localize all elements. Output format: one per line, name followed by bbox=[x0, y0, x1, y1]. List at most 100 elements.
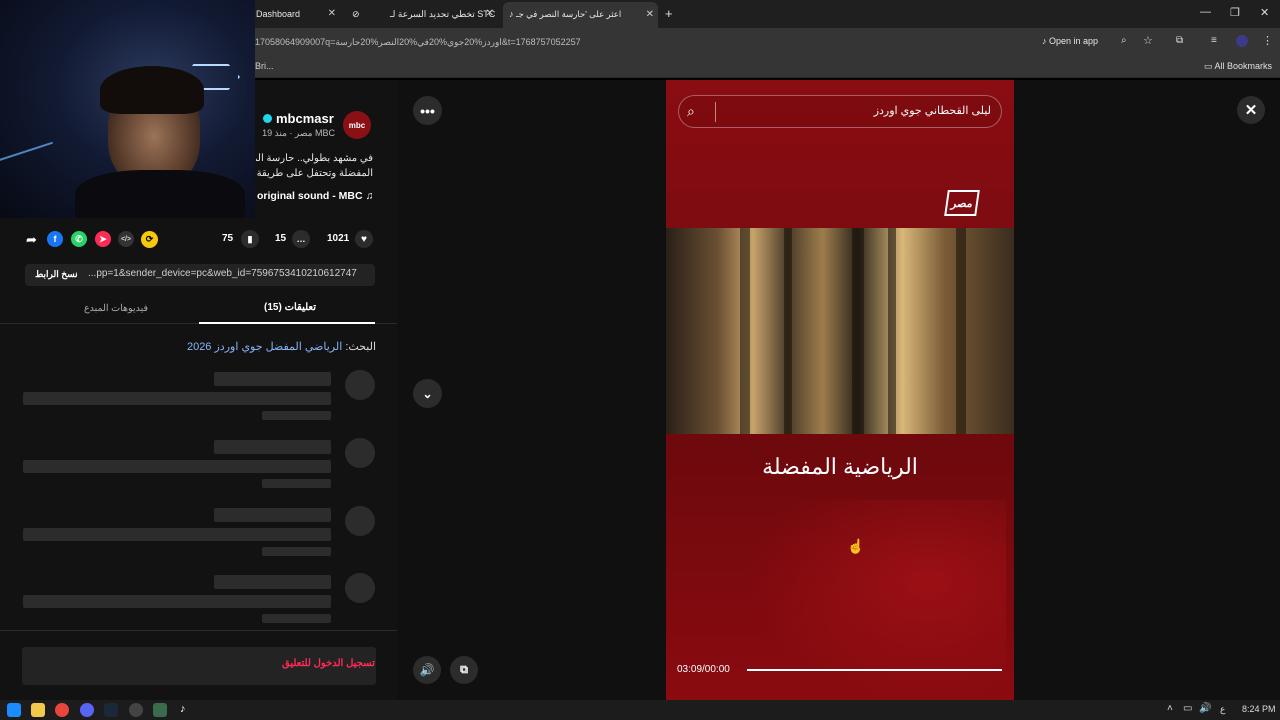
app-icon[interactable] bbox=[129, 703, 143, 717]
sound-label: original sound - MBC bbox=[257, 190, 363, 202]
repost-icon[interactable]: ⟳ bbox=[141, 231, 158, 248]
zoom-icon[interactable]: ⌕ bbox=[1121, 35, 1127, 46]
progress-fill bbox=[747, 669, 1002, 671]
skeleton-line bbox=[214, 508, 331, 522]
search-suggestion[interactable]: البحث: الرياضي المفضل جوي اوردز 2026 bbox=[187, 340, 376, 353]
search-prefix: البحث: bbox=[345, 341, 376, 353]
file-explorer-icon[interactable] bbox=[31, 703, 45, 717]
skeleton-avatar bbox=[345, 370, 375, 400]
tab-2[interactable]: ⊘ bbox=[346, 4, 374, 24]
search-divider bbox=[715, 102, 716, 122]
close-icon[interactable]: ✕ bbox=[328, 4, 336, 24]
extensions-icon[interactable]: ⧉ bbox=[1176, 35, 1183, 46]
mbc-masr-logo: مصر bbox=[944, 190, 980, 216]
picture-in-picture-button[interactable]: ⧉ bbox=[450, 656, 478, 684]
skeleton-line bbox=[23, 460, 331, 473]
skeleton-line bbox=[214, 372, 331, 386]
close-icon[interactable]: ✕ bbox=[646, 3, 654, 27]
sound-link[interactable]: original sound - MBC ♫ bbox=[257, 190, 373, 202]
url-field[interactable]: 517058064909007q=اوردز%20جوي%20في%20النص… bbox=[250, 33, 1028, 51]
facebook-icon[interactable]: f bbox=[47, 231, 63, 247]
music-note-icon: ♫ bbox=[365, 190, 374, 202]
comment-icon[interactable]: … bbox=[292, 230, 310, 248]
taskbar-clock[interactable]: 8:24 PM bbox=[1242, 704, 1276, 714]
creator-avatar[interactable]: mbc bbox=[343, 111, 371, 139]
tab-creator-videos[interactable]: فيديوهات المبدع bbox=[84, 303, 148, 314]
video-time: 03:09/00:00 bbox=[677, 664, 730, 675]
streamer-hair bbox=[100, 66, 204, 114]
steam-icon[interactable] bbox=[104, 703, 118, 717]
close-video-button[interactable]: ✕ bbox=[1237, 96, 1265, 124]
open-in-app-button[interactable]: ♪ Open in app bbox=[1042, 36, 1098, 46]
share-link-value[interactable]: ...pp=1&sender_device=pc&web_id=75967534… bbox=[88, 268, 368, 279]
tiktok-icon: ⊘ bbox=[352, 9, 360, 19]
creator-username[interactable]: mbcmasr bbox=[276, 111, 334, 126]
minimize-button[interactable]: — bbox=[1200, 6, 1211, 18]
tab-label: تخطي تحديد السرعة لـ STC bbox=[390, 9, 496, 19]
volume-icon[interactable]: 🔊 bbox=[1199, 703, 1211, 714]
search-input[interactable]: ليلى القحطاني جوي اوردز bbox=[719, 104, 991, 117]
progress-track[interactable] bbox=[747, 669, 1002, 671]
tab-stc[interactable]: تخطي تحديد السرعة لـ STC ✕ bbox=[384, 4, 498, 24]
windows-start-icon[interactable] bbox=[7, 703, 21, 717]
video-search-bar[interactable]: ⌕ ليلى القحطاني جوي اوردز bbox=[678, 95, 1002, 128]
media-icon[interactable]: ≡ bbox=[1211, 35, 1217, 46]
save-count: 75 bbox=[222, 233, 234, 244]
bookmark-item[interactable]: Bri... bbox=[255, 61, 274, 71]
tray-chevron-icon[interactable]: ˄ bbox=[1167, 703, 1173, 714]
caption-line-2: المفضلة وتحتفل على طريقة كر bbox=[256, 168, 373, 179]
heart-icon[interactable]: ♥ bbox=[355, 230, 373, 248]
chrome-icon[interactable] bbox=[55, 703, 69, 717]
whatsapp-icon[interactable]: ✆ bbox=[71, 231, 87, 247]
skeleton-line bbox=[262, 547, 331, 556]
restore-button[interactable]: ❐ bbox=[1230, 6, 1240, 19]
windows-taskbar: ♪ ˄ ▭ 🔊 ع 8:24 PM bbox=[0, 700, 1280, 720]
skeleton-line bbox=[23, 528, 331, 541]
tab-dashboard[interactable]: Dashboard ✕ bbox=[250, 4, 340, 24]
login-to-comment-link[interactable]: تسجيل الدخول للتعليق bbox=[282, 658, 375, 669]
new-tab-button[interactable]: + bbox=[665, 6, 673, 21]
comment-box-divider bbox=[0, 630, 397, 631]
creator-meta: MBC مصر · منذ 19 bbox=[262, 128, 335, 138]
tab-label: اعثر على 'حارسة النصر في جـ bbox=[516, 9, 622, 19]
profile-avatar[interactable] bbox=[1236, 35, 1248, 47]
bookmark-icon[interactable]: ▮ bbox=[241, 230, 259, 248]
copy-link-button[interactable]: نسخ الرابط bbox=[35, 269, 78, 280]
tab-tiktok-active[interactable]: ♪ اعثر على 'حارسة النصر في جـ ✕ bbox=[503, 2, 658, 28]
next-video-button[interactable]: ⌄ bbox=[413, 379, 442, 408]
comment-count: 15 bbox=[275, 233, 287, 244]
folder-icon: ▭ bbox=[1204, 61, 1215, 71]
webcam-overlay bbox=[0, 0, 255, 218]
video-player[interactable]: مصر الرياضية المفضلة 03:09/00:00 bbox=[666, 80, 1014, 700]
send-icon[interactable]: ➤ bbox=[95, 231, 111, 247]
star-icon[interactable]: ☆ bbox=[1143, 34, 1153, 47]
skeleton-line bbox=[262, 411, 331, 420]
all-bookmarks-button[interactable]: ▭ All Bookmarks bbox=[1204, 61, 1272, 72]
more-options-button[interactable]: ••• bbox=[413, 96, 442, 125]
volume-button[interactable]: 🔊 bbox=[413, 656, 441, 684]
tab-label: Dashboard bbox=[256, 9, 301, 19]
network-icon[interactable]: ▭ bbox=[1183, 703, 1192, 714]
embed-icon[interactable]: </> bbox=[118, 231, 134, 247]
search-icon[interactable]: ⌕ bbox=[687, 103, 695, 120]
skeleton-line bbox=[214, 440, 331, 454]
window-close-button[interactable]: ✕ bbox=[1260, 6, 1269, 19]
search-suggestion-link: الرياضي المفضل جوي اوردز 2026 bbox=[186, 341, 343, 353]
logo-text: مصر bbox=[950, 197, 974, 210]
skeleton-avatar bbox=[345, 573, 375, 603]
tiktok-icon[interactable]: ♪ bbox=[180, 703, 186, 715]
language-indicator[interactable]: ع bbox=[1220, 704, 1225, 715]
tiktok-icon: ♪ bbox=[509, 9, 517, 19]
trophy-photo bbox=[666, 228, 1014, 434]
share-icon[interactable]: ➦ bbox=[26, 232, 37, 248]
skeleton-line bbox=[23, 595, 331, 608]
skeleton-avatar bbox=[345, 506, 375, 536]
app-icon[interactable] bbox=[153, 703, 167, 717]
tab-comments[interactable]: (15) تعليقات bbox=[264, 302, 316, 313]
discord-icon[interactable] bbox=[80, 703, 94, 717]
skeleton-line bbox=[23, 392, 331, 405]
menu-icon[interactable]: ⋮ bbox=[1262, 34, 1273, 47]
tiktok-icon: ♪ bbox=[1042, 36, 1050, 46]
streamer-body bbox=[75, 170, 245, 218]
close-icon[interactable]: ✕ bbox=[486, 4, 494, 24]
